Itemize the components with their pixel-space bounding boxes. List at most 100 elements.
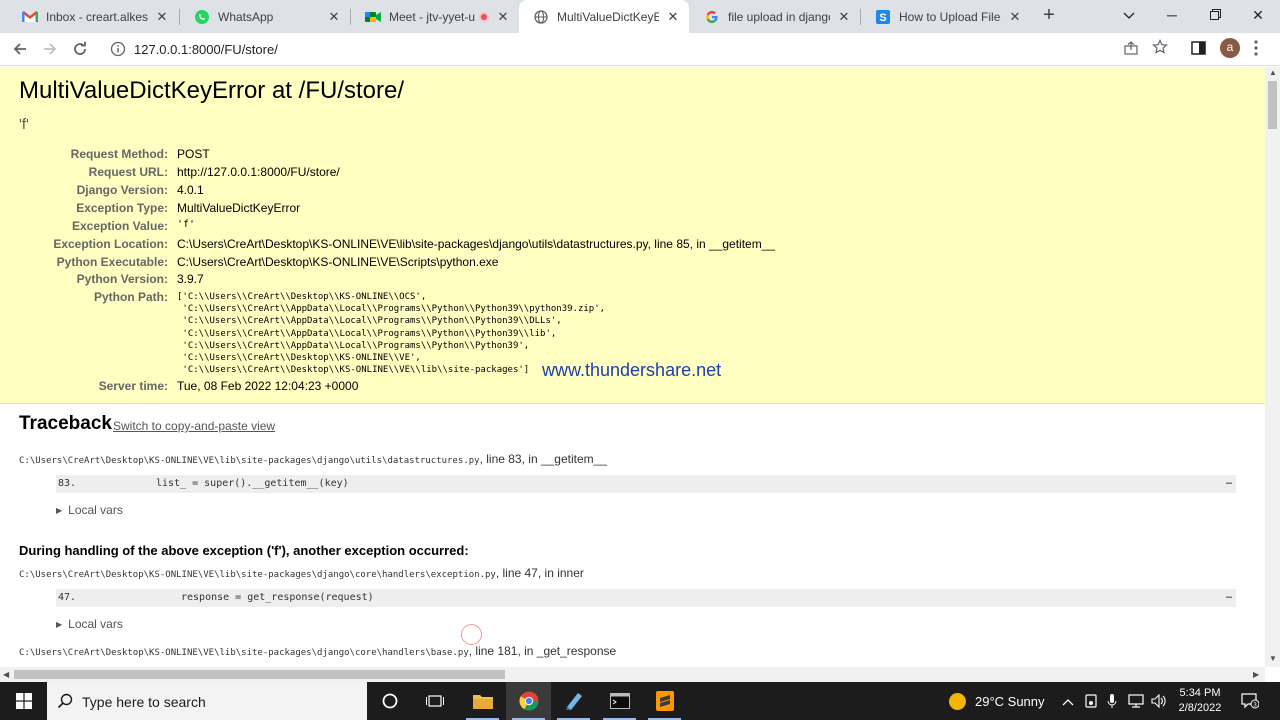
close-icon[interactable]: ✕: [154, 9, 170, 25]
address-bar[interactable]: 127.0.0.1:8000/FU/store/: [100, 35, 1152, 63]
page-title: MultiValueDictKeyError at /FU/store/: [19, 77, 404, 104]
ellipsis-toggle[interactable]: …: [1226, 473, 1232, 491]
back-button[interactable]: [8, 37, 32, 61]
notification-center-icon[interactable]: 3: [1241, 693, 1260, 714]
code-text: list_ = super().__getitem__(key): [156, 478, 349, 489]
terminal-taskbar-button[interactable]: [597, 682, 642, 720]
new-tab-button[interactable]: +: [1039, 5, 1059, 26]
meta-label-django-version: Django Version:: [76, 183, 168, 197]
cortana-button[interactable]: [367, 682, 412, 720]
sublime-taskbar-button[interactable]: [642, 682, 687, 720]
app-taskbar-button[interactable]: [551, 682, 596, 720]
task-view-button[interactable]: [412, 682, 457, 720]
reload-button[interactable]: [68, 37, 92, 61]
tab-title: How to Upload Files W: [899, 9, 1001, 24]
switch-view-link[interactable]: Switch to copy-and-paste view: [113, 419, 275, 433]
globe-icon: [533, 9, 549, 25]
chrome-icon: [519, 691, 538, 711]
forward-button[interactable]: [38, 37, 62, 61]
page-viewport: MultiValueDictKeyError at /FU/store/ 'f'…: [0, 67, 1265, 667]
chevron-down-icon: [1123, 12, 1135, 19]
restore-button[interactable]: [1193, 0, 1237, 30]
more-menu-icon[interactable]: [1254, 40, 1260, 61]
meta-value-python-path: ['C:\\Users\\CreArt\\Desktop\\KS-ONLINE\…: [177, 292, 606, 376]
close-icon[interactable]: ✕: [1007, 9, 1023, 25]
scroll-up-arrow-icon[interactable]: ▲: [1269, 68, 1277, 77]
arrow-right-icon: [44, 43, 57, 55]
terminal-icon: [609, 693, 630, 709]
frame-file-name: C:\Users\CreArt\Desktop\KS-ONLINE\VE\lib…: [19, 570, 496, 580]
scroll-left-arrow-icon[interactable]: ◀: [3, 670, 9, 679]
code-context-line[interactable]: 47. response = get_response(request) …: [56, 589, 1236, 607]
meta-value-server-time: Tue, 08 Feb 2022 12:04:23 +0000: [177, 379, 359, 393]
microphone-icon[interactable]: [1107, 694, 1117, 712]
local-vars-toggle[interactable]: ▶ Local vars: [56, 503, 123, 517]
close-icon[interactable]: ✕: [326, 9, 342, 25]
search-icon: [57, 693, 73, 714]
frame-location: , line 83, in __getitem__: [479, 452, 607, 466]
minimize-button[interactable]: ─: [1150, 0, 1194, 30]
tab-meet[interactable]: Meet - jtv-yyet-us ✕: [351, 0, 519, 33]
meta-label-exception-location: Exception Location:: [53, 237, 168, 251]
tab-title: WhatsApp: [218, 9, 274, 24]
file-explorer-button[interactable]: [460, 682, 505, 720]
side-panel-icon[interactable]: [1191, 41, 1206, 60]
frame-file-name: C:\Users\CreArt\Desktop\KS-ONLINE\VE\lib…: [19, 648, 469, 658]
code-context-line[interactable]: 83. list_ = super().__getitem__(key) …: [56, 475, 1236, 493]
triangle-right-icon: ▶: [56, 506, 63, 515]
network-icon[interactable]: [1128, 694, 1144, 711]
frame-location: , line 181, in _get_response: [468, 644, 617, 658]
meta-value-django-version: 4.0.1: [177, 183, 204, 197]
tab-multivaluedictkeyerror[interactable]: MultiValueDictKeyErro ✕: [519, 0, 689, 33]
local-vars-label: Local vars: [68, 617, 123, 631]
volume-icon[interactable]: [1151, 693, 1167, 711]
cortana-circle-icon: [382, 693, 397, 709]
meta-value-exception-value: 'f': [177, 219, 196, 230]
recording-icon: [479, 11, 489, 22]
tab-search-button[interactable]: [1107, 0, 1151, 30]
bookmark-star-icon[interactable]: [1152, 39, 1168, 60]
clock-date: 2/8/2022: [1178, 702, 1222, 714]
sun-icon[interactable]: [949, 693, 966, 710]
traceback-heading: Traceback: [19, 413, 112, 434]
taskbar-search[interactable]: Type here to search: [47, 682, 367, 720]
tab-inbox[interactable]: Inbox - creart.alkesh@ ✕: [8, 0, 178, 33]
local-vars-label: Local vars: [68, 503, 123, 517]
local-vars-toggle[interactable]: ▶ Local vars: [56, 617, 123, 631]
frame-file-name: C:\Users\CreArt\Desktop\KS-ONLINE\VE\lib…: [19, 456, 480, 466]
system-clock[interactable]: 5:34 PM 2/8/2022: [1168, 686, 1232, 716]
during-handling-heading: During handling of the above exception (…: [19, 543, 469, 558]
info-icon[interactable]: [110, 41, 126, 57]
restore-icon: [1209, 9, 1221, 20]
chrome-taskbar-button[interactable]: [506, 682, 551, 720]
watermark-text: www.thundershare.net: [542, 360, 722, 380]
vertical-scroll-thumb[interactable]: [1268, 81, 1277, 129]
tab-file-upload-django[interactable]: file upload in django w ✕: [690, 0, 860, 33]
vertical-scrollbar[interactable]: ▲ ▼: [1265, 67, 1280, 667]
scroll-down-arrow-icon[interactable]: ▼: [1269, 654, 1277, 663]
tab-whatsapp[interactable]: WhatsApp ✕: [180, 0, 350, 33]
scroll-right-arrow-icon[interactable]: ▶: [1253, 670, 1259, 679]
tray-app-icon[interactable]: [1085, 694, 1097, 711]
browser-toolbar: 127.0.0.1:8000/FU/store/ a: [0, 33, 1280, 66]
chevron-up-icon[interactable]: [1062, 694, 1074, 709]
profile-avatar[interactable]: a: [1220, 38, 1240, 58]
close-icon[interactable]: ✕: [665, 9, 681, 25]
arrow-left-icon: [13, 43, 26, 55]
url-text: 127.0.0.1:8000/FU/store/: [134, 42, 278, 57]
ellipsis-toggle[interactable]: …: [1226, 587, 1232, 605]
folder-icon: [472, 695, 493, 709]
close-window-button[interactable]: ✕: [1236, 0, 1280, 30]
exception-value-header: 'f': [19, 116, 29, 133]
share-icon[interactable]: [1124, 41, 1138, 60]
horizontal-scroll-thumb[interactable]: [14, 670, 505, 679]
weather-text[interactable]: 29°C Sunny: [975, 694, 1045, 709]
whatsapp-icon: [194, 9, 210, 25]
tab-how-to-upload[interactable]: S How to Upload Files W ✕: [861, 0, 1031, 33]
start-button[interactable]: [0, 682, 47, 720]
tab-title: file upload in django w: [728, 9, 830, 24]
tab-title: Meet - jtv-yyet-us: [389, 9, 476, 24]
horizontal-scrollbar[interactable]: ◀ ▶: [0, 667, 1265, 682]
close-icon[interactable]: ✕: [495, 9, 511, 25]
close-icon[interactable]: ✕: [836, 9, 852, 25]
